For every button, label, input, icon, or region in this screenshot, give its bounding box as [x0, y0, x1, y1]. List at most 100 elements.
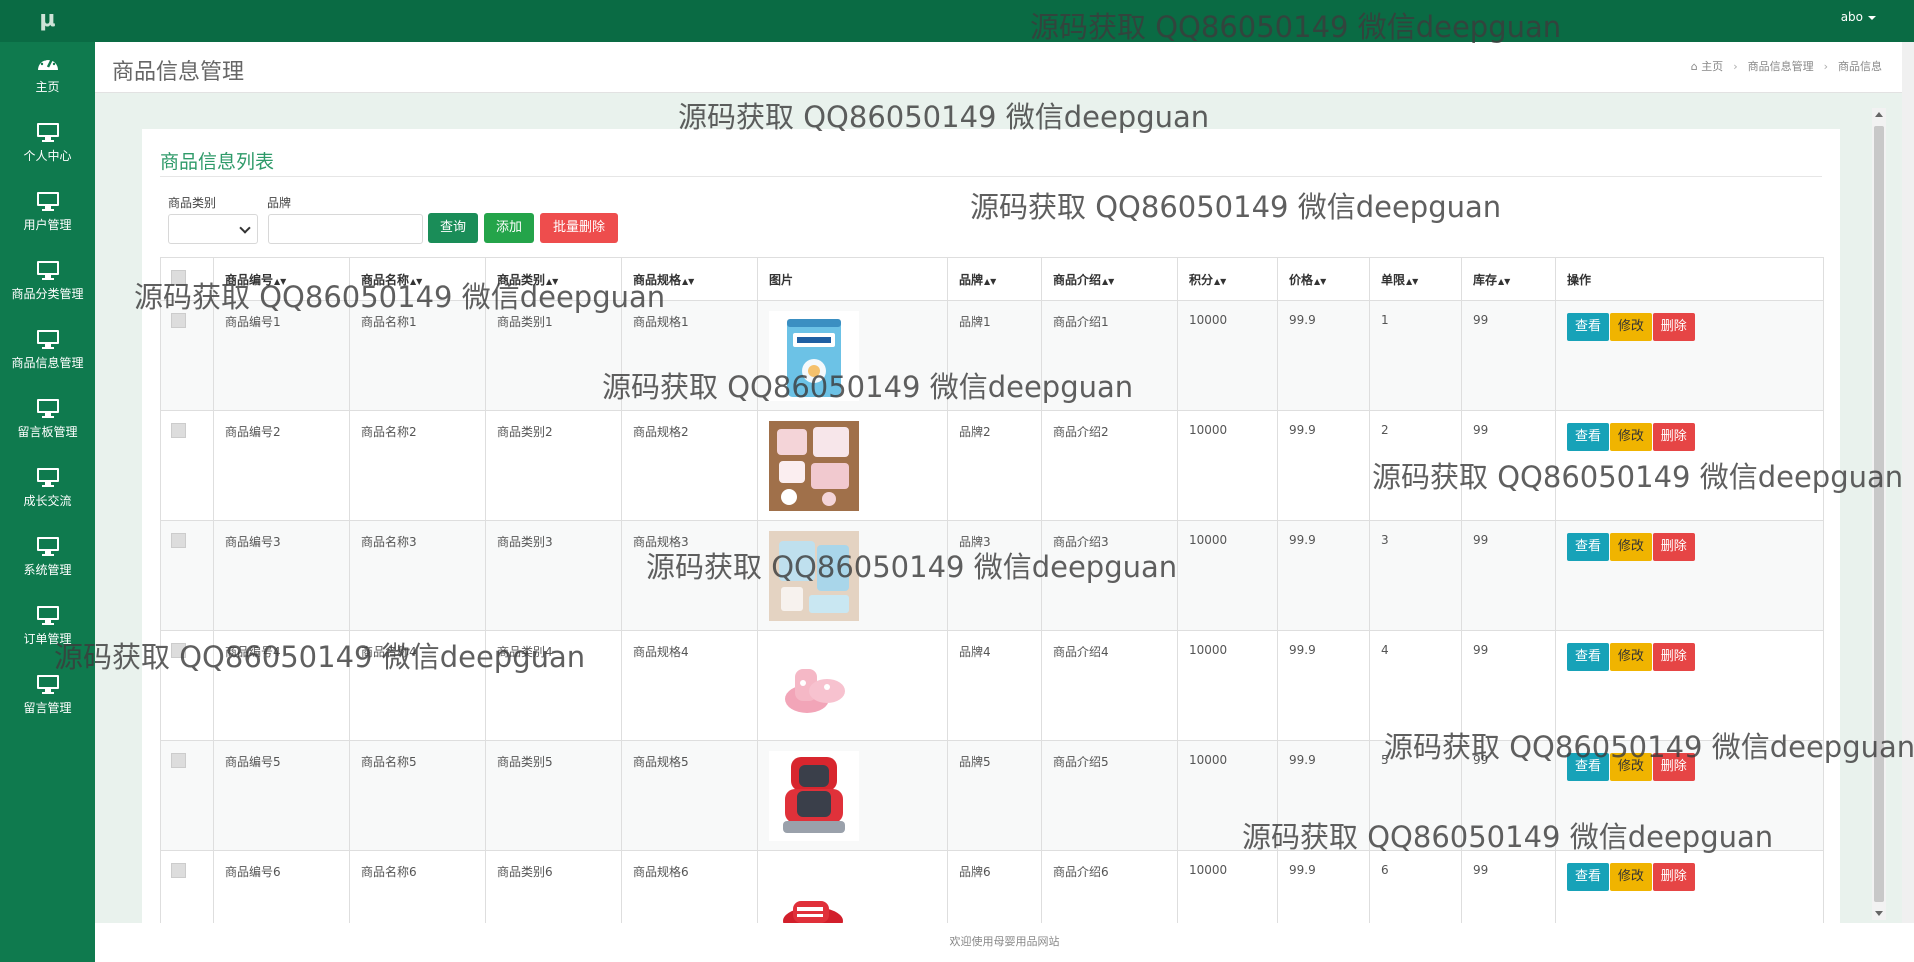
chevron-right-icon: › — [1823, 60, 1828, 73]
category-select[interactable] — [168, 214, 258, 244]
scroll-up-icon[interactable] — [1875, 112, 1883, 117]
cell-category: 商品类别2 — [485, 410, 622, 521]
row-checkbox[interactable] — [171, 533, 186, 548]
edit-button[interactable]: 修改 — [1609, 313, 1652, 341]
edit-button[interactable]: 修改 — [1609, 533, 1652, 561]
cell-intro: 商品介绍2 — [1041, 410, 1178, 521]
row-checkbox[interactable] — [171, 753, 186, 768]
sidebar-item-label: 主页 — [35, 80, 60, 94]
cell-brand: 品牌3 — [947, 520, 1042, 631]
edit-button[interactable]: 修改 — [1609, 753, 1652, 781]
breadcrumb: ⌂ 主页 › 商品信息管理 › 商品信息 — [1691, 58, 1882, 74]
view-button[interactable]: 查看 — [1567, 533, 1610, 561]
sidebar-item-category[interactable]: 商品分类管理 — [0, 249, 95, 318]
batch-delete-button[interactable]: 批量删除 — [540, 213, 618, 243]
column-label: 图片 — [769, 272, 794, 287]
row-checkbox[interactable] — [171, 643, 186, 658]
page-scrollbar[interactable] — [1902, 42, 1914, 923]
column-header[interactable]: 库存▲▼ — [1461, 257, 1556, 301]
app-logo[interactable]: μ — [0, 0, 95, 42]
sidebar-item-system[interactable]: 系统管理 — [0, 525, 95, 594]
table-row: 商品编号1 商品名称1 商品类别1 商品规格1 品牌1 商品介绍1 10000 … — [160, 300, 1824, 411]
column-header[interactable]: 商品介绍▲▼ — [1041, 257, 1178, 301]
column-header[interactable]: 商品规格▲▼ — [621, 257, 758, 301]
column-header[interactable]: 价格▲▼ — [1277, 257, 1370, 301]
view-button[interactable]: 查看 — [1567, 753, 1610, 781]
edit-button[interactable]: 修改 — [1609, 643, 1652, 671]
cell-spec: 商品规格5 — [621, 740, 758, 851]
row-select-cell — [160, 630, 214, 741]
sidebar-item-messages[interactable]: 留言管理 — [0, 663, 95, 732]
row-checkbox[interactable] — [171, 423, 186, 438]
sidebar-item-label: 留言管理 — [23, 701, 72, 715]
column-header[interactable]: 积分▲▼ — [1177, 257, 1278, 301]
chevron-down-icon — [239, 222, 251, 234]
delete-button[interactable]: 删除 — [1652, 753, 1695, 781]
user-menu[interactable]: abo — [1841, 10, 1876, 24]
breadcrumb-section[interactable]: 商品信息管理 — [1748, 60, 1814, 73]
cell-image — [757, 410, 948, 521]
divider — [160, 176, 1822, 177]
cell-code: 商品编号1 — [213, 300, 350, 411]
product-table: 商品编号▲▼ 商品名称▲▼ 商品类别▲▼ 商品规格▲▼ 图片 品牌▲▼ 商品介绍… — [160, 257, 1824, 961]
product-image-baby-outfit — [769, 531, 859, 621]
scroll-down-icon[interactable] — [1875, 911, 1883, 916]
cell-name: 商品名称3 — [349, 520, 486, 631]
sort-icon: ▲▼ — [1406, 276, 1419, 286]
sidebar-item-orders[interactable]: 订单管理 — [0, 594, 95, 663]
column-header[interactable]: 单限▲▼ — [1369, 257, 1462, 301]
cell-points: 10000 — [1177, 520, 1278, 631]
cell-code: 商品编号2 — [213, 410, 350, 521]
column-label: 品牌 — [959, 272, 984, 287]
column-label: 商品介绍 — [1053, 272, 1102, 287]
view-button[interactable]: 查看 — [1567, 423, 1610, 451]
content-scrollbar[interactable] — [1872, 108, 1886, 920]
edit-button[interactable]: 修改 — [1609, 423, 1652, 451]
product-image-formula-can — [769, 311, 859, 401]
sidebar-item-users[interactable]: 用户管理 — [0, 180, 95, 249]
sidebar-item-home[interactable]: 主页 — [0, 42, 95, 111]
delete-button[interactable]: 删除 — [1652, 863, 1695, 891]
view-button[interactable]: 查看 — [1567, 863, 1610, 891]
cell-category: 商品类别1 — [485, 300, 622, 411]
sidebar-item-label: 用户管理 — [23, 218, 72, 232]
row-checkbox[interactable] — [171, 863, 186, 878]
delete-button[interactable]: 删除 — [1652, 533, 1695, 561]
table-row: 商品编号2 商品名称2 商品类别2 商品规格2 品牌2 商品介绍2 10000 … — [160, 410, 1824, 521]
product-image-pink-booties — [769, 641, 859, 731]
breadcrumb-home[interactable]: 主页 — [1701, 60, 1723, 73]
query-button[interactable]: 查询 — [428, 213, 478, 243]
column-header[interactable]: 品牌▲▼ — [947, 257, 1042, 301]
column-header[interactable]: 商品编号▲▼ — [213, 257, 350, 301]
brand-input[interactable] — [268, 214, 423, 244]
select-all-checkbox[interactable] — [171, 270, 186, 285]
brand-filter-label: 品牌 — [267, 196, 292, 210]
sort-icon: ▲▼ — [1498, 276, 1511, 286]
sort-icon: ▲▼ — [274, 276, 287, 286]
cell-intro: 商品介绍1 — [1041, 300, 1178, 411]
sort-icon: ▲▼ — [1214, 276, 1227, 286]
sidebar-item-products[interactable]: 商品信息管理 — [0, 318, 95, 387]
row-select-cell — [160, 410, 214, 521]
delete-button[interactable]: 删除 — [1652, 643, 1695, 671]
view-button[interactable]: 查看 — [1567, 313, 1610, 341]
delete-button[interactable]: 删除 — [1652, 313, 1695, 341]
scrollbar-thumb[interactable] — [1874, 126, 1884, 902]
product-image-baby-clothes-set — [769, 421, 859, 511]
sidebar-item-profile[interactable]: 个人中心 — [0, 111, 95, 180]
cell-points: 10000 — [1177, 740, 1278, 851]
monitor-icon — [36, 537, 59, 556]
column-header[interactable]: 商品名称▲▼ — [349, 257, 486, 301]
sidebar-item-board[interactable]: 留言板管理 — [0, 387, 95, 456]
cell-name: 商品名称5 — [349, 740, 486, 851]
footer: 欢迎使用母婴用品网站 — [95, 923, 1914, 962]
add-button[interactable]: 添加 — [484, 213, 534, 243]
delete-button[interactable]: 删除 — [1652, 423, 1695, 451]
cell-image — [757, 520, 948, 631]
column-header[interactable]: 商品类别▲▼ — [485, 257, 622, 301]
row-checkbox[interactable] — [171, 313, 186, 328]
cell-code: 商品编号3 — [213, 520, 350, 631]
sidebar-item-growth[interactable]: 成长交流 — [0, 456, 95, 525]
view-button[interactable]: 查看 — [1567, 643, 1610, 671]
edit-button[interactable]: 修改 — [1609, 863, 1652, 891]
